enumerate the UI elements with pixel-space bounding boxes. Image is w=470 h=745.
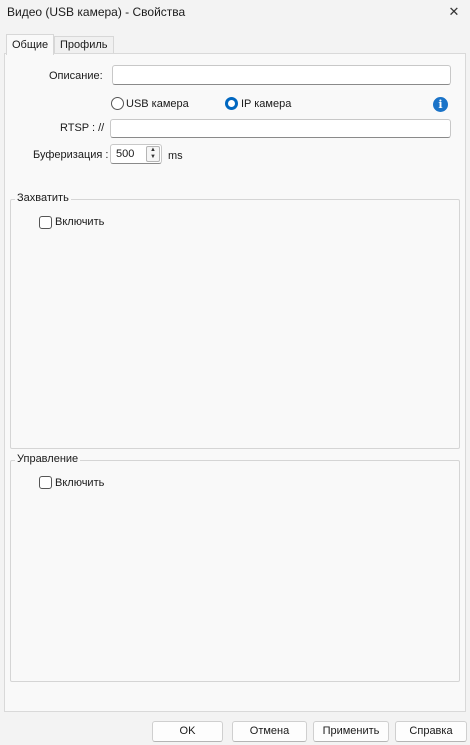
control-enable-label[interactable]: Включить	[55, 477, 104, 489]
info-icon[interactable]: i	[433, 97, 448, 112]
title-bar: Видео (USB камера) - Свойства ✕	[0, 0, 470, 26]
control-group: Управление Включить	[10, 453, 460, 682]
description-label: Описание:	[49, 70, 103, 82]
capture-enable-label[interactable]: Включить	[55, 216, 104, 228]
apply-button[interactable]: Применить	[313, 721, 389, 742]
cancel-button[interactable]: Отмена	[232, 721, 307, 742]
control-group-title: Управление	[15, 453, 81, 465]
description-input[interactable]	[112, 65, 451, 85]
capture-group: Захватить Включить	[10, 192, 460, 449]
spin-up-icon[interactable]: ▲	[147, 147, 159, 154]
rtsp-label: RTSP : //	[60, 122, 105, 134]
radio-ip-camera[interactable]	[225, 97, 238, 110]
rtsp-url-input[interactable]	[110, 119, 451, 138]
buffering-stepper[interactable]: 500 ▲ ▼	[110, 144, 162, 164]
control-enable-checkbox[interactable]	[39, 476, 52, 489]
help-button[interactable]: Справка	[395, 721, 467, 742]
close-icon[interactable]: ✕	[446, 4, 462, 20]
tab-profile[interactable]: Профиль	[54, 36, 114, 54]
buffering-unit: ms	[168, 150, 183, 162]
radio-usb-camera-label[interactable]: USB камера	[126, 98, 189, 110]
tab-general[interactable]: Общие	[6, 34, 55, 55]
radio-ip-camera-label[interactable]: IP камера	[241, 98, 291, 110]
window-title: Видео (USB камера) - Свойства	[7, 5, 186, 19]
radio-usb-camera[interactable]	[111, 97, 124, 110]
ok-button[interactable]: OK	[152, 721, 223, 742]
buffering-label: Буферизация :	[33, 149, 109, 161]
spin-buttons: ▲ ▼	[146, 146, 160, 162]
capture-enable-checkbox[interactable]	[39, 216, 52, 229]
spin-down-icon[interactable]: ▼	[147, 154, 159, 161]
buffering-value: 500	[116, 148, 135, 160]
capture-group-title: Захватить	[15, 192, 71, 204]
tab-strip: Общие Профиль	[4, 34, 466, 55]
tab-panel-general: Описание: USB камера IP камера i RTSP : …	[4, 53, 466, 712]
